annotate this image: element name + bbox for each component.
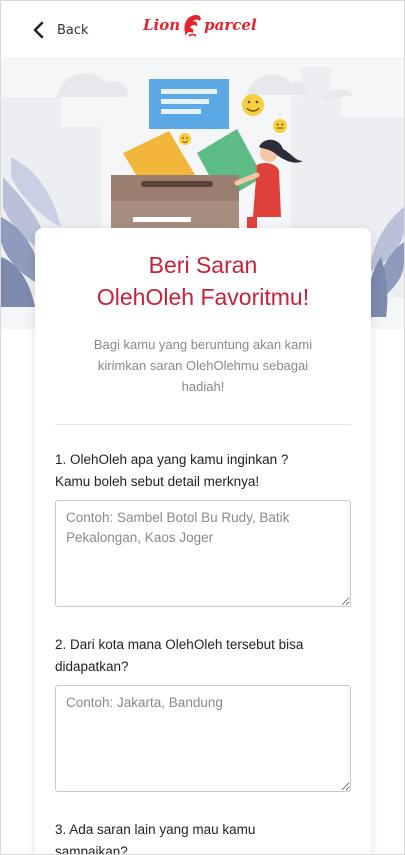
question-2-label-line-2: didapatkan? <box>55 659 129 674</box>
back-button[interactable]: Back <box>31 19 89 41</box>
question-3-label-line-2: sampaikan? <box>55 844 128 855</box>
question-1-label-line-2: Kamu boleh sebut detail merknya! <box>55 474 260 489</box>
question-1-label: 1. OlehOleh apa yang kamu inginkan ? Kam… <box>55 449 355 493</box>
title-line-1: Beri Saran <box>148 252 258 278</box>
page-subtitle: Bagi kamu yang beruntung akan kami kirim… <box>93 337 313 394</box>
page-frame: Back Lion parcel Beri Saran OlehOleh Fav… <box>0 0 405 855</box>
question-1-label-line-1: 1. OlehOleh apa yang kamu inginkan ? <box>55 452 289 467</box>
logo-text-right: parcel <box>204 16 257 34</box>
header: Back Lion parcel <box>1 1 404 57</box>
question-3-label: 3. Ada saran lain yang mau kamu sampaika… <box>55 819 355 855</box>
logo-text-left: Lion <box>143 16 181 34</box>
question-3-label-line-1: 3. Ada saran lain yang mau kamu <box>55 822 256 837</box>
question-2-textarea[interactable] <box>55 685 351 792</box>
question-1-textarea[interactable] <box>55 500 351 607</box>
page-title: Beri Saran OlehOleh Favoritmu! <box>35 249 371 313</box>
question-2-label: 2. Dari kota mana OlehOleh tersebut bisa… <box>55 634 355 678</box>
back-label: Back <box>57 22 89 38</box>
lion-parcel-logo: Lion parcel <box>143 11 257 39</box>
chevron-left-icon <box>33 21 44 39</box>
lion-logo-icon <box>184 14 201 37</box>
question-2-label-line-1: 2. Dari kota mana OlehOleh tersebut bisa <box>55 637 304 652</box>
form-card: Beri Saran OlehOleh Favoritmu! Bagi kamu… <box>35 228 371 855</box>
divider <box>55 424 351 425</box>
title-line-2: OlehOleh Favoritmu! <box>96 284 310 310</box>
